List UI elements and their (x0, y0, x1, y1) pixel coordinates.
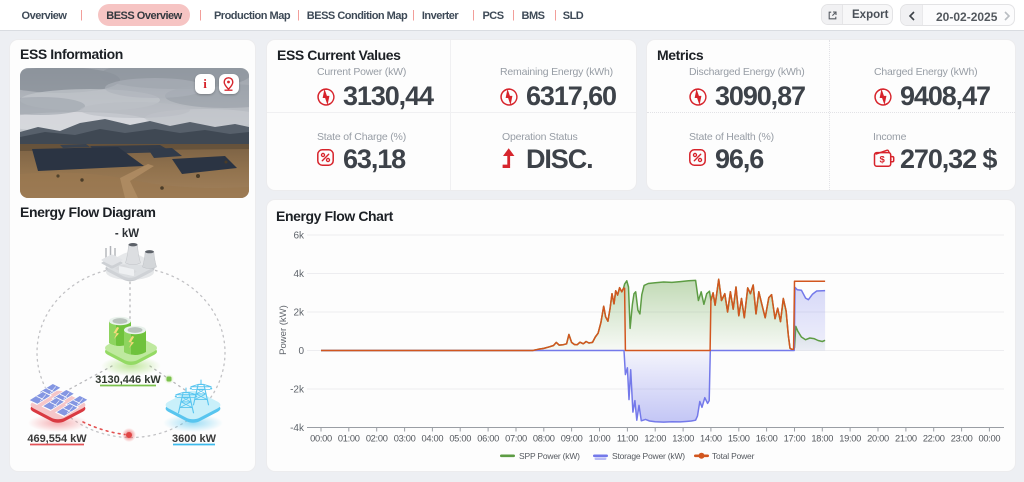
svg-text:Storage Power (kW): Storage Power (kW) (612, 451, 685, 461)
svg-text:23:00: 23:00 (951, 434, 973, 444)
svg-text:Power (kW): Power (kW) (278, 305, 289, 355)
svg-text:05:00: 05:00 (449, 434, 471, 444)
svg-text:SPP Power (kW): SPP Power (kW) (519, 451, 580, 461)
svg-text:18:00: 18:00 (811, 434, 833, 444)
svg-text:469,554 kW: 469,554 kW (27, 433, 87, 445)
svg-text:06:00: 06:00 (477, 434, 499, 444)
svg-text:3600 kW: 3600 kW (172, 433, 217, 445)
svg-text:21:00: 21:00 (895, 434, 917, 444)
svg-text:02:00: 02:00 (366, 434, 388, 444)
svg-text:2k: 2k (293, 308, 305, 319)
svg-text:12:00: 12:00 (644, 434, 666, 444)
svg-text:20:00: 20:00 (867, 434, 889, 444)
svg-text:-2k: -2k (290, 385, 305, 396)
svg-text:08:00: 08:00 (533, 434, 555, 444)
svg-text:13:00: 13:00 (672, 434, 694, 444)
svg-text:14:00: 14:00 (700, 434, 722, 444)
svg-text:10:00: 10:00 (589, 434, 611, 444)
svg-text:4k: 4k (293, 269, 305, 280)
svg-text:09:00: 09:00 (561, 434, 583, 444)
svg-text:03:00: 03:00 (394, 434, 416, 444)
svg-text:- kW: - kW (115, 228, 139, 240)
svg-text:01:00: 01:00 (338, 434, 360, 444)
svg-text:07:00: 07:00 (505, 434, 527, 444)
svg-text:0: 0 (298, 346, 304, 357)
svg-text:6k: 6k (293, 231, 305, 242)
svg-text:$: $ (880, 155, 886, 166)
svg-text:22:00: 22:00 (923, 434, 945, 444)
svg-text:04:00: 04:00 (422, 434, 444, 444)
svg-text:15:00: 15:00 (728, 434, 750, 444)
svg-text:-4k: -4k (290, 423, 305, 434)
svg-text:11:00: 11:00 (617, 434, 638, 444)
svg-text:00:00: 00:00 (979, 434, 1001, 444)
svg-text:3130,446 kW: 3130,446 kW (95, 374, 161, 386)
svg-text:16:00: 16:00 (756, 434, 778, 444)
svg-text:00:00: 00:00 (310, 434, 332, 444)
svg-text:Total Power: Total Power (712, 451, 755, 461)
svg-text:19:00: 19:00 (839, 434, 861, 444)
svg-text:17:00: 17:00 (784, 434, 806, 444)
